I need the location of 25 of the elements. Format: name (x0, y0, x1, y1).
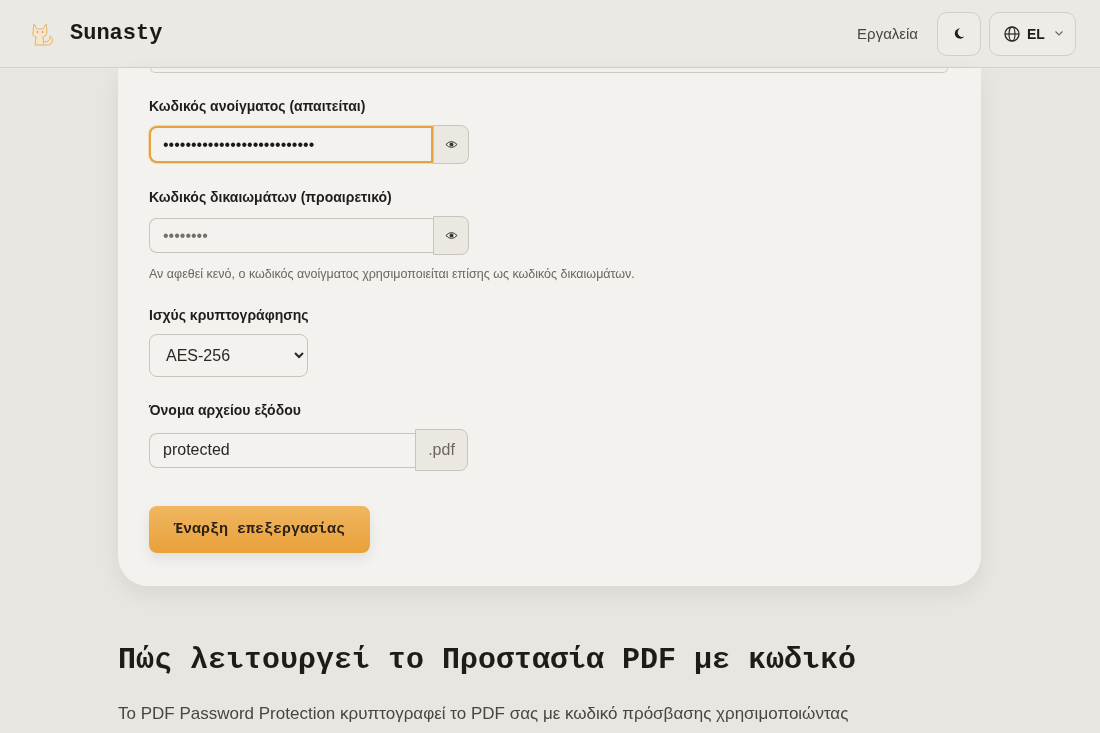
chevron-down-icon (1054, 31, 1063, 36)
hint-text: Αν αφεθεί κενό, ο κωδικός ανοίγματος χρησιμοποιείται επίσης ως κωδικός δικαιωμάτων. (149, 266, 636, 282)
file-extension: .pdf (415, 429, 468, 471)
moon-icon (953, 27, 965, 40)
input-field[interactable] (150, 68, 948, 73)
start-button[interactable]: Έναρξη επεξεργασίας (149, 506, 370, 553)
theme-toggle-button[interactable] (937, 11, 981, 56)
password-field[interactable]: •••••••• (149, 218, 433, 253)
brand-name: Sunasty (70, 21, 163, 46)
filename-field[interactable]: protected (149, 432, 415, 468)
eye-icon (444, 140, 458, 149)
show-password-button[interactable] (433, 125, 469, 164)
globe-icon (1004, 25, 1020, 42)
field-label: Ισχύς κρυπτογράφησης (149, 306, 310, 324)
encryption-select[interactable]: AES-256 (149, 334, 308, 377)
language-button[interactable]: EL (989, 11, 1076, 56)
eye-icon (444, 231, 458, 240)
field-label: Κωδικός δικαιωμάτων (προαιρετικό) (149, 188, 393, 206)
section-heading: Πώς λειτουργεί το Προστασία PDF με κωδικό (118, 642, 858, 679)
field-label: Όνομα αρχείου εξόδου (149, 401, 302, 419)
show-password-button[interactable] (433, 216, 469, 255)
section-text: Το PDF Password Protection κρυπτογραφεί το PDF σας με κωδικό πρόσβασης χρησιμοποιώντας (118, 704, 850, 724)
nav-link[interactable]: Εργαλεία (857, 25, 918, 42)
field-label: Κωδικός ανοίγματος (απαιτείται) (149, 97, 367, 115)
password-field[interactable]: ••••••••••••••••••••••••••• (149, 126, 433, 163)
